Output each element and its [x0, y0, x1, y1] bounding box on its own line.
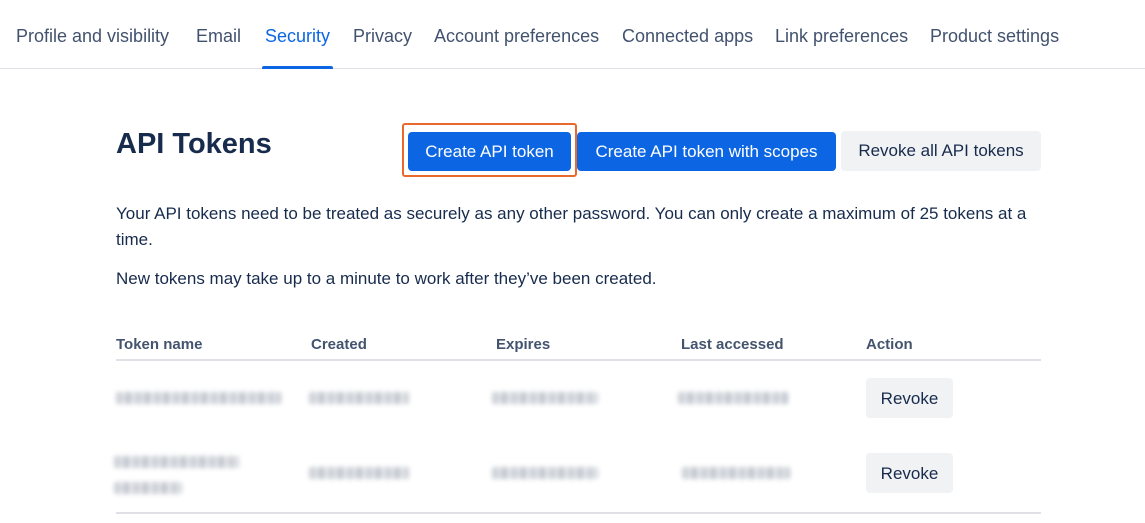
revoke-all-tokens-button[interactable]: Revoke all API tokens — [841, 131, 1041, 171]
redacted-created-date — [309, 392, 409, 404]
tab-connected-apps[interactable]: Connected apps — [622, 0, 753, 69]
redacted-created-date — [309, 467, 409, 479]
column-header-created: Created — [311, 336, 367, 353]
tab-account-preferences[interactable]: Account preferences — [434, 0, 599, 69]
tab-privacy[interactable]: Privacy — [353, 0, 412, 69]
tab-profile-and-visibility[interactable]: Profile and visibility — [16, 0, 169, 69]
tab-link-preferences[interactable]: Link preferences — [775, 0, 908, 69]
redacted-last-accessed — [678, 392, 788, 404]
tab-security[interactable]: Security — [261, 0, 334, 69]
column-header-last-accessed: Last accessed — [681, 336, 784, 353]
revoke-button[interactable]: Revoke — [866, 453, 953, 493]
header-divider — [116, 359, 1041, 361]
tab-product-settings[interactable]: Product settings — [930, 0, 1059, 69]
redacted-token-name-line-2 — [114, 482, 182, 494]
create-api-token-button[interactable]: Create API token — [408, 132, 571, 171]
page-title: API Tokens — [116, 128, 272, 160]
column-header-expires: Expires — [496, 336, 551, 353]
table-bottom-divider — [116, 512, 1041, 514]
create-scoped-token-button[interactable]: Create API token with scopes — [577, 132, 836, 171]
note-text: New tokens may take up to a minute to wo… — [116, 269, 657, 288]
settings-tab-bar: Profile and visibility Email Security Pr… — [0, 0, 1145, 69]
redacted-expires-date — [492, 467, 598, 479]
redacted-expires-date — [492, 392, 598, 404]
column-header-token-name: Token name — [116, 336, 203, 353]
tab-email[interactable]: Email — [196, 0, 241, 69]
redacted-token-name — [114, 456, 239, 468]
column-header-action: Action — [866, 336, 913, 353]
revoke-button[interactable]: Revoke — [866, 378, 953, 418]
redacted-last-accessed — [682, 467, 790, 479]
description-text: Your API tokens need to be treated as se… — [116, 204, 1027, 249]
redacted-token-name — [116, 392, 281, 404]
